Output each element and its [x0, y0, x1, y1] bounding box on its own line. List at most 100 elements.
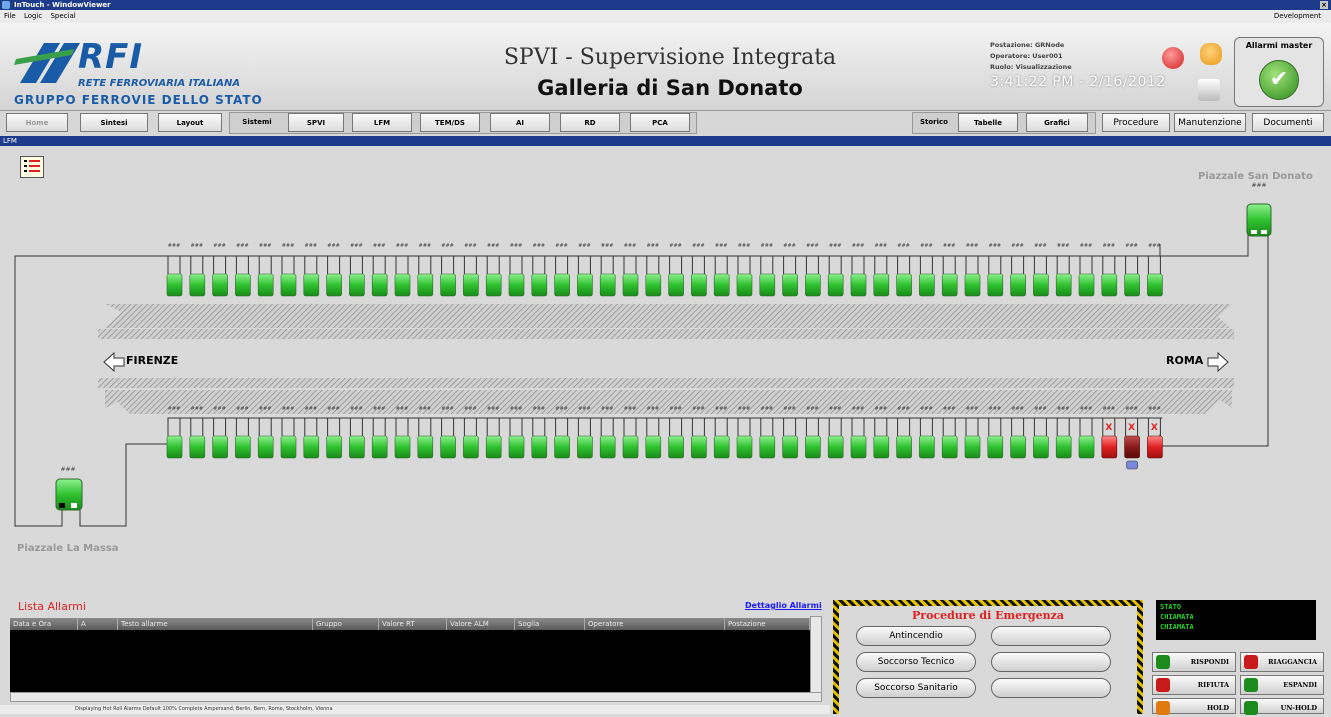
nav-pca[interactable]: PCA: [630, 113, 690, 132]
col-valore-alm[interactable]: Valore ALM: [447, 618, 515, 630]
emergency-empty-button-2[interactable]: [991, 652, 1111, 672]
emergency-empty-button-3[interactable]: [991, 678, 1111, 698]
close-icon[interactable]: ×: [1320, 1, 1328, 9]
nav-tabelle[interactable]: Tabelle: [958, 113, 1018, 132]
espandi-button[interactable]: ESPANDI: [1240, 675, 1324, 695]
top-unit[interactable]: ###: [371, 243, 388, 297]
top-unit[interactable]: ###: [189, 243, 206, 297]
antincendio-button[interactable]: Antincendio: [856, 626, 976, 646]
nav-home[interactable]: Home: [6, 113, 68, 132]
top-unit[interactable]: ###: [850, 243, 867, 297]
nav-temds[interactable]: TEM/DS: [420, 113, 480, 132]
col-operatore[interactable]: Operatore: [585, 618, 725, 630]
nav-spvi[interactable]: SPVI: [288, 113, 344, 132]
unhold-button[interactable]: UN-HOLD: [1240, 698, 1324, 715]
top-unit[interactable]: ###: [896, 243, 912, 297]
top-unit[interactable]: ###: [1010, 243, 1026, 297]
menu-special[interactable]: Special: [50, 12, 75, 20]
top-unit[interactable]: ###: [1055, 243, 1072, 297]
east-arrow-icon[interactable]: [1207, 351, 1229, 373]
top-unit[interactable]: ###: [303, 243, 320, 297]
nav-procedure[interactable]: Procedure: [1102, 113, 1170, 132]
top-unit[interactable]: ###: [394, 243, 411, 297]
nav-ai[interactable]: AI: [490, 113, 550, 132]
col-postazione[interactable]: Postazione: [725, 618, 810, 630]
col-gruppo[interactable]: Gruppo: [313, 618, 379, 630]
alarm-detail-link[interactable]: Dettaglio Allarmi: [745, 601, 822, 610]
hold-button[interactable]: HOLD: [1152, 698, 1236, 715]
top-unit[interactable]: ###: [554, 243, 570, 297]
menu-logic[interactable]: Logic: [24, 12, 42, 20]
top-unit[interactable]: ###: [531, 243, 548, 297]
menu-development[interactable]: Development: [1274, 10, 1321, 23]
menu-file[interactable]: File: [4, 12, 16, 20]
west-arrow-icon[interactable]: [103, 351, 125, 373]
unit-label: ###: [1057, 406, 1070, 412]
top-unit[interactable]: ###: [713, 243, 730, 297]
top-unit[interactable]: ###: [166, 243, 183, 297]
top-unit[interactable]: ###: [645, 243, 662, 297]
top-unit[interactable]: ###: [941, 243, 958, 297]
alarm-ack-icon[interactable]: ✔: [1259, 60, 1299, 100]
top-unit[interactable]: ###: [349, 243, 365, 297]
bottom-unit[interactable]: ### X: [1124, 406, 1140, 470]
col-data-ora[interactable]: Data e Ora: [10, 618, 78, 630]
col-soglia[interactable]: Soglia: [515, 618, 585, 630]
top-unit[interactable]: ###: [736, 243, 753, 297]
top-unit[interactable]: ###: [599, 243, 616, 297]
top-unit[interactable]: ###: [280, 243, 297, 297]
top-unit[interactable]: ###: [691, 243, 707, 297]
nav-manutenzione[interactable]: Manutenzione: [1174, 113, 1246, 132]
top-unit[interactable]: ###: [873, 243, 890, 297]
maintenance-icon[interactable]: [1126, 460, 1138, 470]
top-unit[interactable]: ###: [827, 243, 844, 297]
nav-sintesi[interactable]: Sintesi: [80, 113, 148, 132]
top-unit[interactable]: ###: [257, 243, 274, 297]
soccorso-sanitario-button[interactable]: Soccorso Sanitario: [856, 678, 976, 698]
top-unit[interactable]: ###: [417, 243, 434, 297]
top-unit[interactable]: ###: [1033, 243, 1049, 297]
riaggancia-button[interactable]: RIAGGANCIA: [1240, 652, 1324, 672]
top-unit[interactable]: ###: [668, 243, 684, 297]
top-unit[interactable]: ###: [805, 243, 821, 297]
top-unit[interactable]: ###: [463, 243, 479, 297]
top-unit[interactable]: ###: [577, 243, 593, 297]
col-testo[interactable]: Testo allarme: [118, 618, 313, 630]
top-unit[interactable]: ###: [759, 243, 776, 297]
nav-layout[interactable]: Layout: [158, 113, 222, 132]
alarm-table-body[interactable]: [10, 630, 810, 692]
top-unit[interactable]: ###: [919, 243, 935, 297]
print-icon[interactable]: [1198, 79, 1220, 101]
top-unit[interactable]: ###: [987, 243, 1004, 297]
top-unit[interactable]: ###: [1101, 243, 1118, 297]
alarm-hscrollbar[interactable]: [10, 692, 822, 702]
top-unit[interactable]: ###: [1078, 243, 1095, 297]
users-icon[interactable]: [1200, 43, 1222, 65]
emergency-empty-button-1[interactable]: [991, 626, 1111, 646]
cabinet-la-massa[interactable]: ###: [55, 466, 83, 511]
top-unit[interactable]: ###: [782, 243, 798, 297]
top-unit[interactable]: ###: [326, 243, 342, 297]
top-unit[interactable]: ###: [440, 243, 456, 297]
top-unit[interactable]: ###: [212, 243, 228, 297]
nav-lfm[interactable]: LFM: [352, 113, 412, 132]
top-unit[interactable]: ###: [1124, 243, 1140, 297]
top-unit[interactable]: ###: [964, 243, 981, 297]
nav-documenti[interactable]: Documenti: [1252, 113, 1324, 132]
soccorso-tecnico-button[interactable]: Soccorso Tecnico: [856, 652, 976, 672]
unit-label: ###: [510, 243, 523, 249]
top-unit[interactable]: ###: [622, 243, 639, 297]
col-valore-rt[interactable]: Valore RT: [379, 618, 447, 630]
nav-grafici[interactable]: Grafici: [1026, 113, 1088, 132]
top-unit[interactable]: ###: [485, 243, 502, 297]
alarm-vscrollbar[interactable]: [810, 616, 822, 694]
rifiuta-button[interactable]: RIFIUTA: [1152, 675, 1236, 695]
cabinet-san-donato[interactable]: ###: [1246, 182, 1272, 237]
nav-rd[interactable]: RD: [560, 113, 620, 132]
col-a[interactable]: A: [78, 618, 118, 630]
clock: 3:41:22 PM - 2/16/2012: [990, 74, 1166, 90]
rispondi-button[interactable]: RISPONDI: [1152, 652, 1236, 672]
top-unit[interactable]: ###: [235, 243, 251, 297]
top-unit[interactable]: ###: [508, 243, 525, 297]
logout-icon[interactable]: [1162, 47, 1184, 69]
